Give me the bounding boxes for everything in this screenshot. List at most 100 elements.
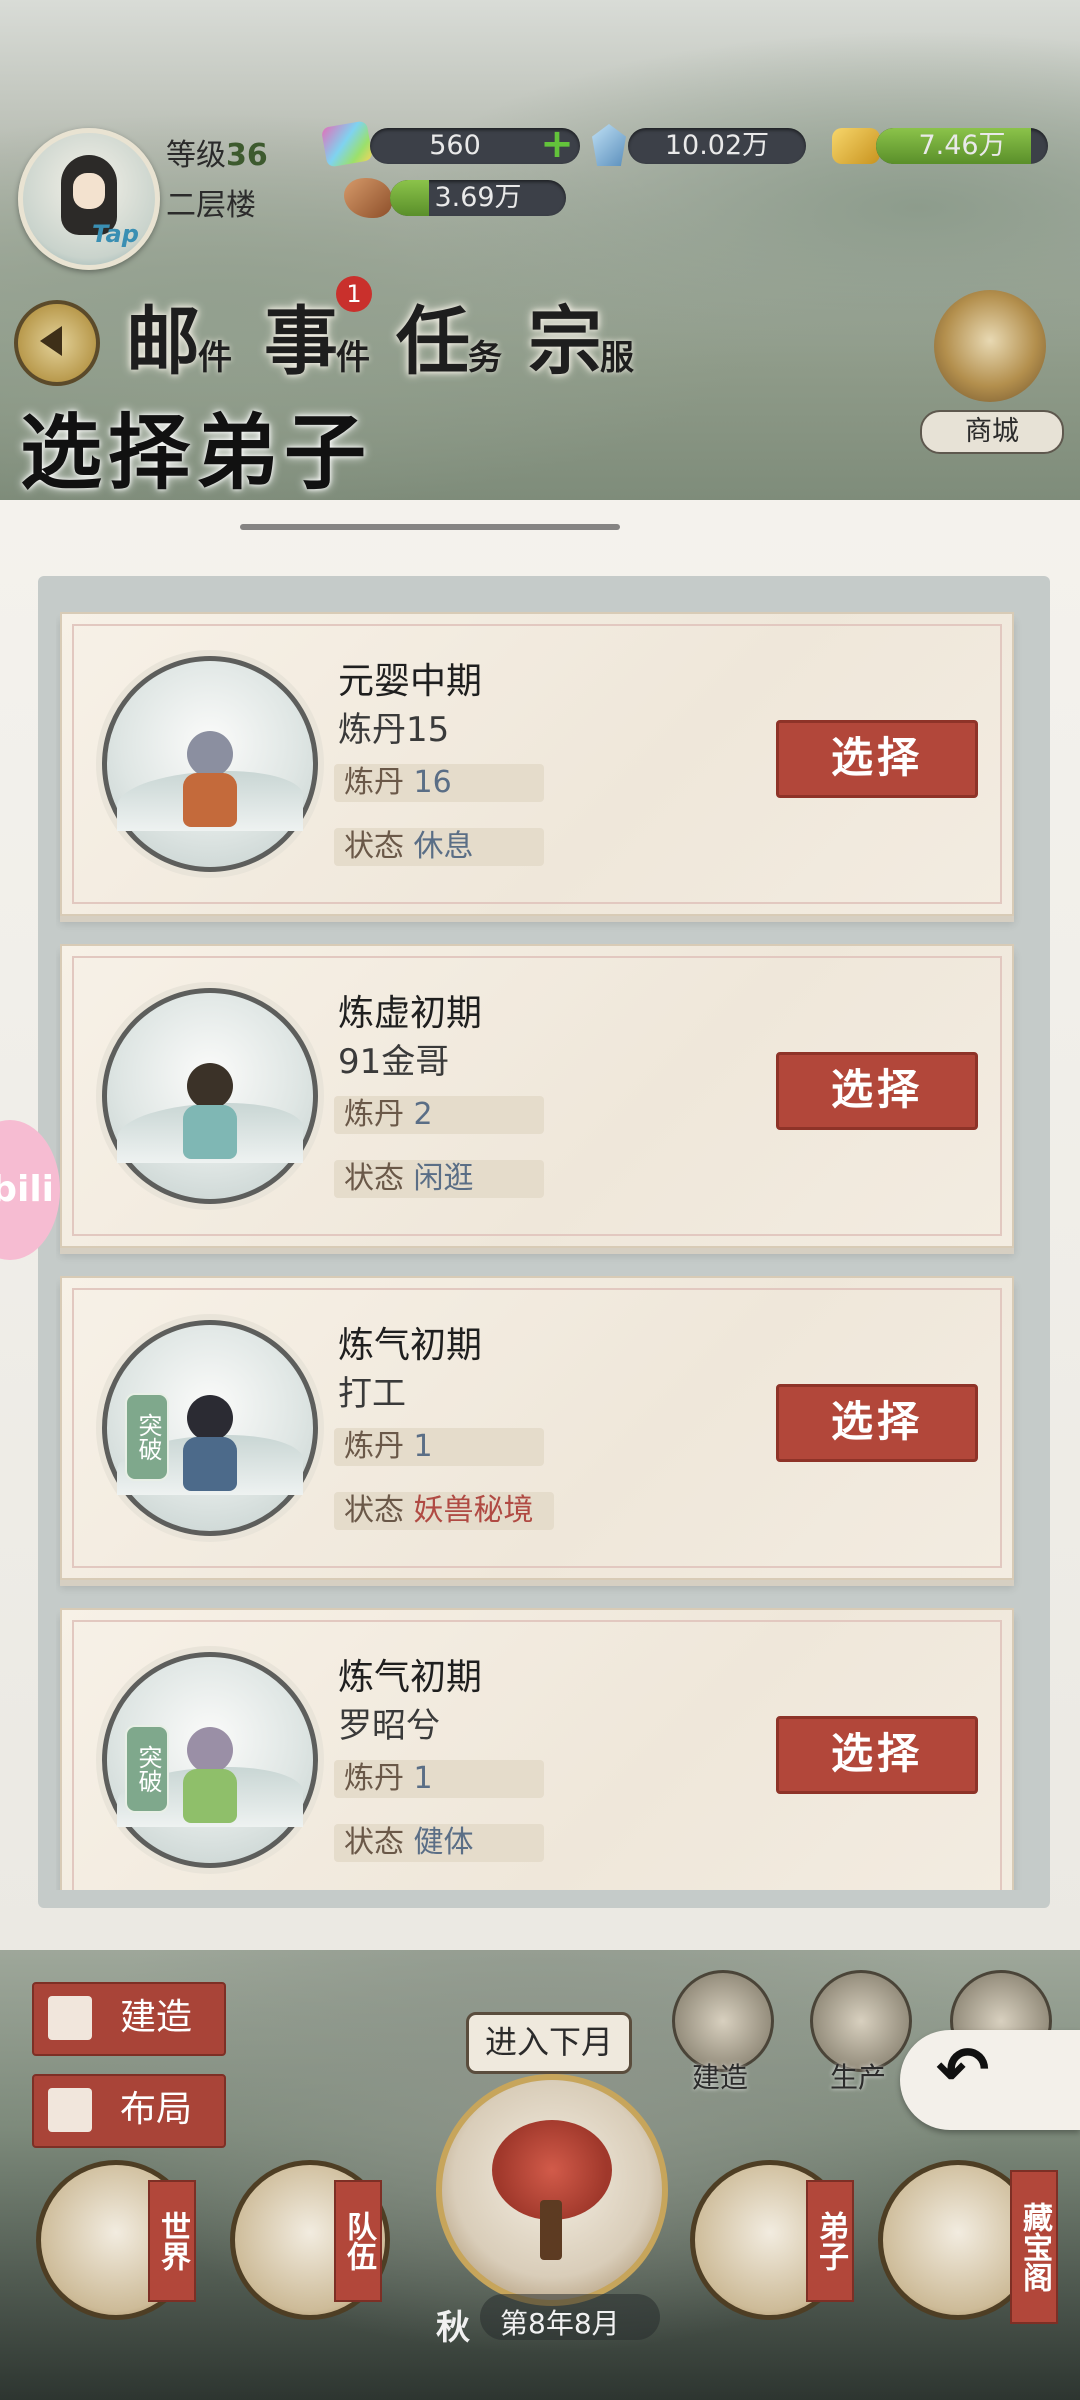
state-label: 状态	[344, 1161, 404, 1196]
skill-label: 炼丹	[344, 1097, 404, 1132]
tasks-label-sub: 务	[468, 338, 502, 378]
disciple-portrait	[102, 988, 318, 1204]
disciple-avatar-icon	[187, 731, 233, 777]
gold-resource-bar: 7.46万	[876, 128, 1048, 164]
disciple-card: 元婴中期 炼丹15 炼丹 16 状态 休息 选择	[60, 612, 1014, 916]
disciple-card: 突破 炼气初期 罗昭兮 炼丹 1 状态 健体 选择	[60, 1608, 1014, 1890]
select-button[interactable]: 选择	[776, 1384, 978, 1462]
tasks-label-main: 任	[396, 299, 470, 385]
crystal-resource-bar: 10.02万	[628, 128, 806, 164]
spirit-gem-icon	[320, 120, 374, 168]
select-button[interactable]: 选择	[776, 1716, 978, 1794]
ore-value: 3.69万	[434, 182, 522, 213]
disciple-portrait: 突破	[102, 1652, 318, 1868]
skill-pill: 炼丹 1	[334, 1760, 544, 1798]
build-button[interactable]: 建造	[32, 1982, 226, 2056]
state-label: 状态	[344, 1825, 404, 1860]
disciple-name: 打工	[338, 1374, 406, 1414]
add-gem-plus-icon[interactable]: +	[540, 124, 574, 164]
skill-value: 1	[413, 1429, 433, 1464]
disciple-card: 突破 炼气初期 打工 炼丹 1 状态 妖兽秘境 选择	[60, 1276, 1014, 1580]
skill-pill: 炼丹 16	[334, 764, 544, 802]
return-arrow-button[interactable]	[900, 2030, 1080, 2130]
back-arrow-button[interactable]	[14, 300, 100, 386]
select-button[interactable]: 选择	[776, 1052, 978, 1130]
state-value: 妖兽秘境	[413, 1493, 534, 1528]
state-value: 休息	[413, 829, 474, 864]
disciple-avatar-icon	[187, 1727, 233, 1773]
team-label: 队伍	[334, 2180, 382, 2302]
title-divider	[240, 524, 620, 530]
disciple-robe-icon	[183, 1105, 237, 1159]
skill-value: 16	[413, 765, 452, 800]
shop-pavilion-icon[interactable]	[934, 290, 1046, 402]
ore-resource-bar: 3.69万	[390, 180, 566, 216]
skill-value: 2	[413, 1097, 433, 1132]
disciple-name: 炼丹15	[338, 710, 450, 750]
layout-button[interactable]: 布局	[32, 2074, 226, 2148]
gem-value: 560	[429, 130, 481, 161]
level-display: 等级36	[166, 130, 268, 174]
state-value: 闲逛	[413, 1161, 474, 1196]
floor-label: 二层楼	[166, 188, 256, 223]
player-avatar[interactable]	[18, 128, 160, 270]
build-label: 建造	[120, 1997, 193, 2038]
state-value: 健体	[413, 1825, 474, 1860]
disciple-realm: 炼虚初期	[338, 993, 483, 1034]
skill-label: 炼丹	[344, 1429, 404, 1464]
state-label: 状态	[344, 829, 404, 864]
disciple-robe-icon	[183, 1437, 237, 1491]
next-month-tree-button[interactable]	[436, 2074, 668, 2306]
breakthrough-tag: 突破	[125, 1393, 169, 1481]
disciple-name: 91金哥	[338, 1042, 450, 1082]
crystal-value: 10.02万	[664, 130, 770, 161]
skill-value: 1	[413, 1761, 433, 1796]
panel-title: 选择弟子	[20, 405, 373, 501]
sect-clothes-label-sub: 服	[600, 338, 634, 378]
state-pill: 状态 闲逛	[334, 1160, 544, 1198]
gold-value: 7.46万	[918, 130, 1006, 161]
skill-label: 炼丹	[344, 1761, 404, 1796]
disciple-portrait	[102, 656, 318, 872]
sect-clothes-label-main: 宗	[528, 299, 602, 385]
next-month-bubble[interactable]: 进入下月	[466, 2012, 632, 2074]
house-icon	[48, 1996, 92, 2040]
level-label: 等级	[166, 138, 226, 173]
disciple-avatar-icon	[187, 1395, 233, 1441]
events-label-main: 事	[264, 299, 338, 385]
skill-pill: 炼丹 1	[334, 1428, 544, 1466]
disciple-realm: 炼气初期	[338, 1325, 483, 1366]
disciple-robe-icon	[183, 773, 237, 827]
events-label-sub: 件	[336, 338, 370, 378]
build-round-label: 建造	[691, 2061, 748, 2094]
shop-label[interactable]: 商城	[920, 410, 1064, 454]
treasury-label: 藏宝阁	[1010, 2170, 1058, 2324]
season-label: 秋	[436, 2308, 470, 2348]
world-label: 世界	[148, 2180, 196, 2302]
disciple-card: 炼虚初期 91金哥 炼丹 2 状态 闲逛 选择	[60, 944, 1014, 1248]
disciple-realm: 元婴中期	[338, 661, 483, 702]
disciple-avatar-icon	[187, 1063, 233, 1109]
state-pill: 状态 妖兽秘境	[334, 1492, 554, 1530]
disciple-name: 罗昭兮	[338, 1706, 440, 1746]
state-label: 状态	[344, 1493, 404, 1528]
disciple-list[interactable]: 元婴中期 炼丹15 炼丹 16 状态 休息 选择 炼虚初期 91金哥 炼丹 2 …	[56, 600, 1026, 1890]
disciple-portrait: 突破	[102, 1320, 318, 1536]
mail-label-main: 邮	[126, 299, 200, 385]
skill-pill: 炼丹 2	[334, 1096, 544, 1134]
gold-ingot-icon	[832, 128, 880, 164]
date-label: 第8年8月	[500, 2307, 620, 2340]
breakthrough-tag: 突破	[125, 1725, 169, 1813]
tree-trunk-icon	[540, 2200, 562, 2260]
grid-layout-icon	[48, 2088, 92, 2132]
layout-label: 布局	[120, 2089, 193, 2130]
mail-label-sub: 件	[198, 338, 232, 378]
state-pill: 状态 休息	[334, 828, 544, 866]
avatar-tap-label: Tap	[92, 220, 139, 248]
level-value: 36	[226, 138, 268, 173]
disciples-label: 弟子	[806, 2180, 854, 2302]
skill-label: 炼丹	[344, 765, 404, 800]
state-pill: 状态 健体	[334, 1824, 544, 1862]
disciple-realm: 炼气初期	[338, 1657, 483, 1698]
select-button[interactable]: 选择	[776, 720, 978, 798]
